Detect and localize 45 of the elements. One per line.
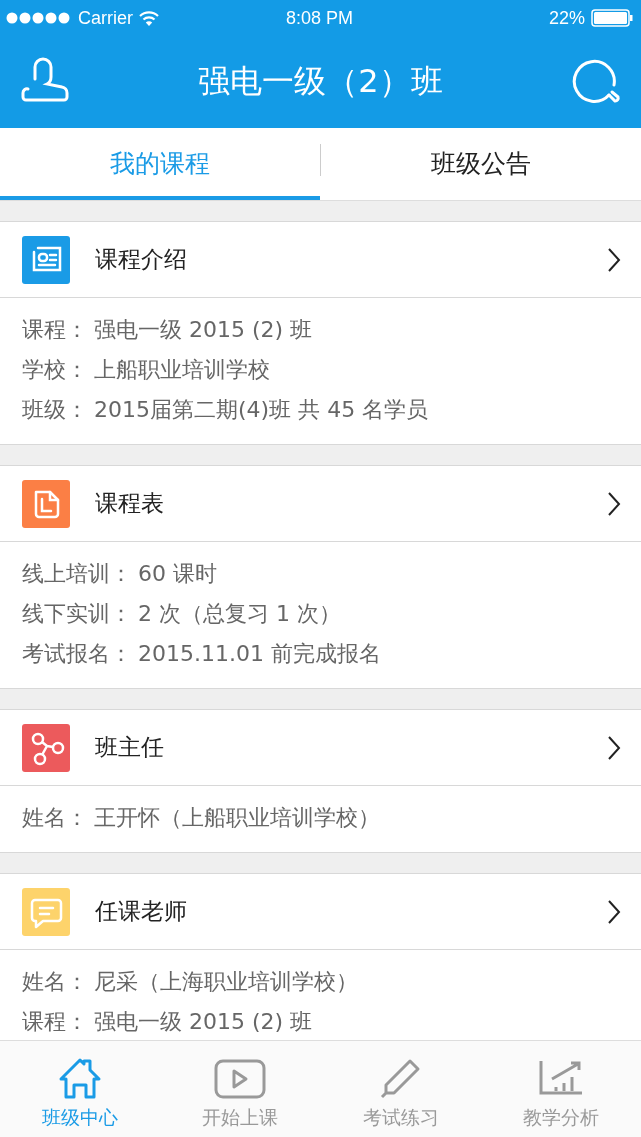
section-title: 课程介绍 (95, 245, 188, 274)
battery-icon (591, 9, 633, 27)
field-label: 姓名： (22, 968, 88, 996)
field-value: 尼采（上海职业培训学校） (94, 968, 358, 996)
field-label: 班级： (22, 396, 88, 424)
chevron-right-icon (607, 246, 621, 273)
chevron-right-icon (607, 734, 621, 761)
field-label: 课程： (22, 1008, 88, 1036)
section-title: 课程表 (95, 489, 165, 518)
field-label: 课程： (22, 316, 88, 344)
carrier-name: Carrier (78, 7, 133, 29)
section-title: 班主任 (95, 733, 165, 762)
field-value: 强电一级 2015 (2) 班 (94, 316, 313, 344)
status-time: 8:08 PM (285, 7, 353, 29)
field-value: 2015届第二期(4)班 共 45 名学员 (94, 396, 429, 424)
field-label: 线上培训： (22, 560, 132, 588)
pencil-icon (379, 1057, 422, 1099)
field-value: 上船职业培训学校 (94, 356, 270, 384)
section-header[interactable]: 课程表 (0, 466, 641, 542)
field-value: 王开怀（上船职业培训学校） (94, 804, 380, 832)
signal-icon (6, 12, 72, 24)
section-header[interactable]: 任课老师 (0, 874, 641, 950)
field-value: 2 次（总复习 1 次） (138, 600, 341, 628)
share-icon (22, 723, 70, 772)
battery-percent: 22% (548, 7, 585, 29)
page-title: 强电一级（2）班 (198, 61, 443, 102)
field-label: 学校： (22, 356, 88, 384)
field-value: 2015.11.01 前完成报名 (138, 640, 381, 668)
section-title: 任课老师 (95, 897, 188, 926)
play-icon (214, 1059, 267, 1099)
field-label: 考试报名： (22, 640, 132, 668)
home-icon (58, 1057, 103, 1099)
field-value: 60 课时 (138, 560, 217, 588)
chat-icon (22, 887, 70, 936)
id-card-icon (22, 235, 70, 284)
section-header[interactable]: 班主任 (0, 710, 641, 786)
field-label: 线下实训： (22, 600, 132, 628)
field-label: 姓名： (22, 804, 88, 832)
document-icon (22, 479, 70, 528)
field-value: 强电一级 2015 (2) 班 (94, 1008, 313, 1036)
tab[interactable]: 班级公告 (321, 128, 641, 200)
section-header[interactable]: 课程介绍 (0, 222, 641, 298)
chevron-right-icon (607, 898, 621, 925)
wifi-icon (139, 10, 159, 26)
chevron-right-icon (607, 490, 621, 517)
